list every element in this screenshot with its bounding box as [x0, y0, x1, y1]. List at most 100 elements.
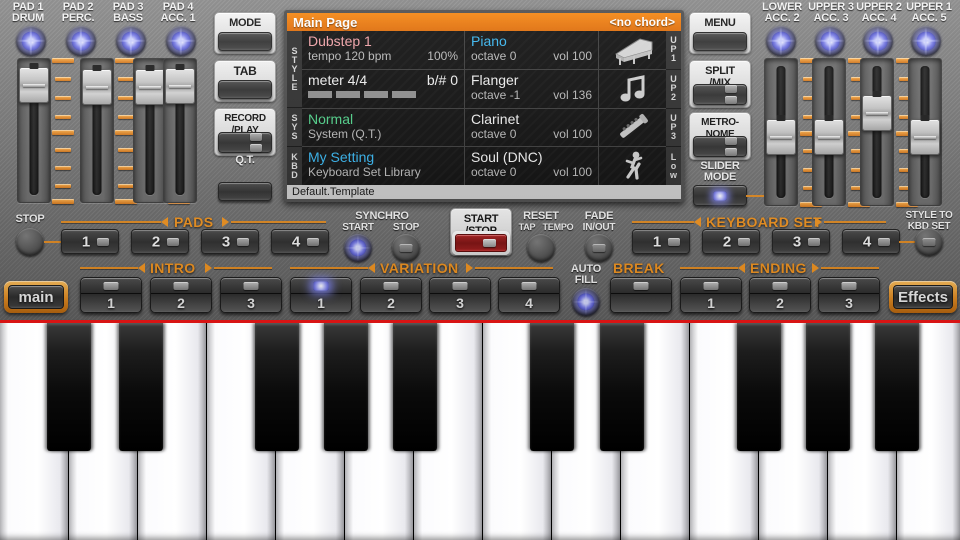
upper3-acc3-button[interactable] — [815, 26, 845, 56]
ending-button-3[interactable]: 3 — [818, 277, 880, 313]
lcd-up1-cell[interactable]: Piano octave 0 vol 100 — [465, 31, 599, 69]
pad-button-1[interactable]: 1 — [61, 229, 119, 254]
upper2-acc4-button[interactable] — [863, 26, 893, 56]
up1-octave: octave 0 — [471, 49, 516, 63]
slider-pad3[interactable] — [133, 58, 167, 203]
keyboard-set-button-4[interactable]: 4 — [842, 229, 900, 254]
stop-button[interactable] — [16, 228, 44, 256]
slider-mode-button[interactable] — [693, 185, 747, 206]
pad-3-bass-button[interactable] — [116, 26, 146, 56]
beat-meter — [308, 91, 458, 98]
auto-fill-button[interactable] — [572, 288, 600, 316]
lcd-up3-cell[interactable]: Clarinet octave 0 vol 100 — [465, 109, 599, 147]
slider-pad4-thumb[interactable] — [165, 68, 195, 104]
metronome-button[interactable] — [693, 136, 747, 157]
synchro-start-button[interactable] — [344, 234, 372, 262]
slider-pad1[interactable] — [17, 58, 51, 203]
variation-3-num: 3 — [430, 294, 490, 312]
lcd-lower-cell[interactable]: Soul (DNC) octave 0 vol 100 — [465, 147, 599, 185]
slider-upper2[interactable] — [860, 58, 894, 206]
rail-up1-label: UP1 — [666, 31, 681, 70]
black-key[interactable] — [47, 323, 91, 451]
stop-label: STOP — [6, 214, 54, 225]
slider-upper1[interactable] — [908, 58, 942, 206]
slider-upper2-thumb[interactable] — [862, 95, 892, 131]
lcd-kbd-cell[interactable]: My Setting Keyboard Set Library — [302, 147, 465, 185]
start-stop-button[interactable] — [452, 231, 510, 255]
pad-button-4[interactable]: 4 — [271, 229, 329, 254]
sys-name: Normal — [308, 111, 458, 127]
lcd-style-cell[interactable]: Dubstep 1 tempo 120 bpm 100% — [302, 31, 465, 69]
lower-acc2-button[interactable] — [766, 26, 796, 56]
fade-in-out-button[interactable] — [585, 234, 613, 262]
variation-1-num: 1 — [291, 294, 351, 312]
variation-button-1[interactable]: 1 — [290, 277, 352, 313]
style-tempo-percent: 100% — [427, 49, 458, 63]
black-key[interactable] — [393, 323, 437, 451]
main-page-button[interactable]: main — [4, 281, 68, 313]
lcd-page-title: Main Page — [293, 15, 357, 30]
slider-pad1-thumb[interactable] — [19, 67, 49, 103]
black-key[interactable] — [875, 323, 919, 451]
slider-pad2[interactable] — [80, 58, 114, 203]
black-key[interactable] — [255, 323, 299, 451]
variation-button-4[interactable]: 4 — [498, 277, 560, 313]
black-key[interactable] — [806, 323, 850, 451]
grand-piano-icon — [610, 34, 656, 66]
effects-button[interactable]: Effects — [889, 281, 957, 313]
synchro-stop-button[interactable] — [392, 234, 420, 262]
black-key[interactable] — [600, 323, 644, 451]
slider-pad2-thumb[interactable] — [82, 69, 112, 105]
keyboard-set-button-1[interactable]: 1 — [632, 229, 690, 254]
slider-upper1-thumb[interactable] — [910, 119, 940, 155]
lcd-display[interactable]: Main Page <no chord> STYLE SYS KBD Dubst… — [284, 10, 684, 202]
slider-lower-thumb[interactable] — [766, 119, 796, 155]
lcd-meter-cell[interactable]: meter 4/4 b/# 0 — [302, 70, 465, 108]
ending-button-2[interactable]: 2 — [749, 277, 811, 313]
style-transpose: b/# 0 — [427, 72, 458, 88]
black-key[interactable] — [119, 323, 163, 451]
upper1-acc5-button[interactable] — [911, 26, 941, 56]
menu-label: MENU — [690, 13, 750, 29]
qt-button[interactable] — [218, 182, 272, 201]
slider-lower[interactable] — [764, 58, 798, 206]
tab-button[interactable] — [218, 80, 272, 99]
slider-upper3-thumb[interactable] — [814, 119, 844, 155]
intro-button-3[interactable]: 3 — [220, 277, 282, 313]
lcd-row-kbd[interactable]: My Setting Keyboard Set Library Soul (DN… — [302, 147, 666, 185]
reset-label: RESET — [516, 211, 566, 222]
style-to-kbd-set-button[interactable] — [915, 228, 943, 256]
pad-4-acc1-button[interactable] — [166, 26, 196, 56]
reset-tap-tempo-button[interactable] — [527, 234, 555, 262]
menu-button[interactable] — [693, 32, 747, 51]
black-key[interactable] — [324, 323, 368, 451]
lcd-row-meter[interactable]: meter 4/4 b/# 0 Flanger octave -1 vol 13… — [302, 70, 666, 109]
pads-arrow-left — [161, 217, 168, 227]
intro-button-1[interactable]: 1 — [80, 277, 142, 313]
pad-button-2[interactable]: 2 — [131, 229, 189, 254]
keyboard-set-button-2[interactable]: 2 — [702, 229, 760, 254]
slider-upper3[interactable] — [812, 58, 846, 206]
lcd-up2-cell[interactable]: Flanger octave -1 vol 136 — [465, 70, 599, 108]
ending-button-1[interactable]: 1 — [680, 277, 742, 313]
start-label: START — [451, 209, 511, 225]
black-key[interactable] — [530, 323, 574, 451]
lcd-row-sys[interactable]: Normal System (Q.T.) Clarinet octave 0 v… — [302, 109, 666, 148]
split-mix-button[interactable] — [693, 84, 747, 105]
variation-button-2[interactable]: 2 — [360, 277, 422, 313]
piano-keyboard[interactable] — [0, 320, 960, 540]
slider-pad4[interactable] — [163, 58, 197, 203]
intro-button-2[interactable]: 2 — [150, 277, 212, 313]
pad-2-perc-button[interactable] — [66, 26, 96, 56]
pad-1-drum-button[interactable] — [16, 26, 46, 56]
lcd-sys-cell[interactable]: Normal System (Q.T.) — [302, 109, 465, 147]
record-play-button[interactable] — [218, 132, 272, 153]
keyboard-set-button-3[interactable]: 3 — [772, 229, 830, 254]
lcd-row-style[interactable]: Dubstep 1 tempo 120 bpm 100% Piano octav… — [302, 31, 666, 70]
pad-button-3[interactable]: 3 — [201, 229, 259, 254]
black-key[interactable] — [737, 323, 781, 451]
break-button[interactable] — [610, 277, 672, 313]
mode-button[interactable] — [218, 32, 272, 51]
slider-pad3-thumb[interactable] — [135, 69, 165, 105]
variation-button-3[interactable]: 3 — [429, 277, 491, 313]
